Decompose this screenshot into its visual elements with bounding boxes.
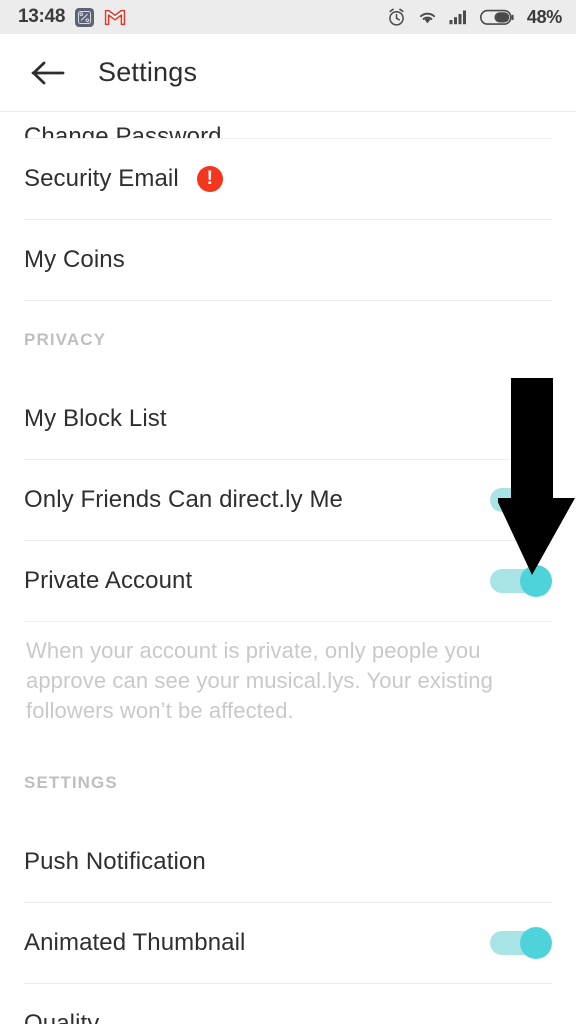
section-header-settings: SETTINGS — [0, 744, 576, 822]
row-label: Private Account — [24, 567, 193, 594]
private-account-description: When your account is private, only peopl… — [26, 638, 493, 723]
status-bar-left: 13:48 — [18, 6, 126, 28]
list-item-push-notification[interactable]: Push Notification — [0, 822, 576, 902]
status-bar-right: 48% — [387, 7, 562, 28]
list-item-my-block-list[interactable]: My Block List — [0, 379, 576, 459]
battery-icon — [479, 9, 514, 26]
row-label: Security Email — [24, 165, 179, 192]
list-item-quality[interactable]: Quality — [0, 984, 576, 1024]
settings-screen: 13:48 48% Settings Change Password Secur… — [0, 0, 576, 1024]
app-header: Settings — [0, 34, 576, 112]
wifi-icon — [417, 9, 438, 25]
row-label: My Coins — [24, 246, 125, 273]
row-label: Only Friends Can direct.ly Me — [24, 486, 344, 513]
toggle-thumb — [520, 484, 552, 516]
row-label: Animated Thumbnail — [24, 929, 246, 956]
list-item-animated-thumbnail[interactable]: Animated Thumbnail — [0, 903, 576, 983]
back-button[interactable] — [26, 51, 70, 95]
toggle-private-account[interactable] — [490, 565, 552, 597]
toggle-thumb — [520, 927, 552, 959]
back-arrow-icon — [31, 60, 65, 86]
alert-icon: ! — [196, 166, 223, 192]
battery-percent: 48% — [526, 6, 562, 27]
list-item-change-password[interactable]: Change Password — [0, 112, 576, 138]
settings-list: Change Password Security Email ! My Coin… — [0, 112, 576, 1024]
app-shortcut-icon — [75, 7, 95, 27]
list-item-only-friends-can-directly-me[interactable]: Only Friends Can direct.ly Me — [0, 460, 576, 540]
status-time: 13:48 — [18, 6, 66, 27]
alarm-clock-icon — [387, 8, 406, 27]
toggle-thumb — [520, 565, 552, 597]
row-label: Push Notification — [24, 848, 206, 875]
list-item-security-email[interactable]: Security Email ! — [0, 139, 576, 219]
cellular-signal-icon — [449, 9, 469, 25]
row-label: My Block List — [24, 405, 167, 432]
row-label: Quality — [24, 1010, 100, 1024]
section-label: PRIVACY — [24, 330, 107, 349]
list-item-private-account[interactable]: Private Account — [0, 541, 576, 621]
status-bar: 13:48 48% — [0, 0, 576, 34]
list-item-my-coins[interactable]: My Coins — [0, 220, 576, 300]
toggle-animated-thumbnail[interactable] — [490, 927, 552, 959]
alert-glyph: ! — [206, 167, 213, 189]
section-label: SETTINGS — [24, 773, 118, 792]
row-label: Change Password — [24, 123, 222, 138]
toggle-only-friends-can-directly-me[interactable] — [490, 484, 552, 516]
gmail-icon — [104, 9, 126, 26]
section-header-privacy: PRIVACY — [0, 301, 576, 379]
page-title: Settings — [98, 57, 198, 87]
